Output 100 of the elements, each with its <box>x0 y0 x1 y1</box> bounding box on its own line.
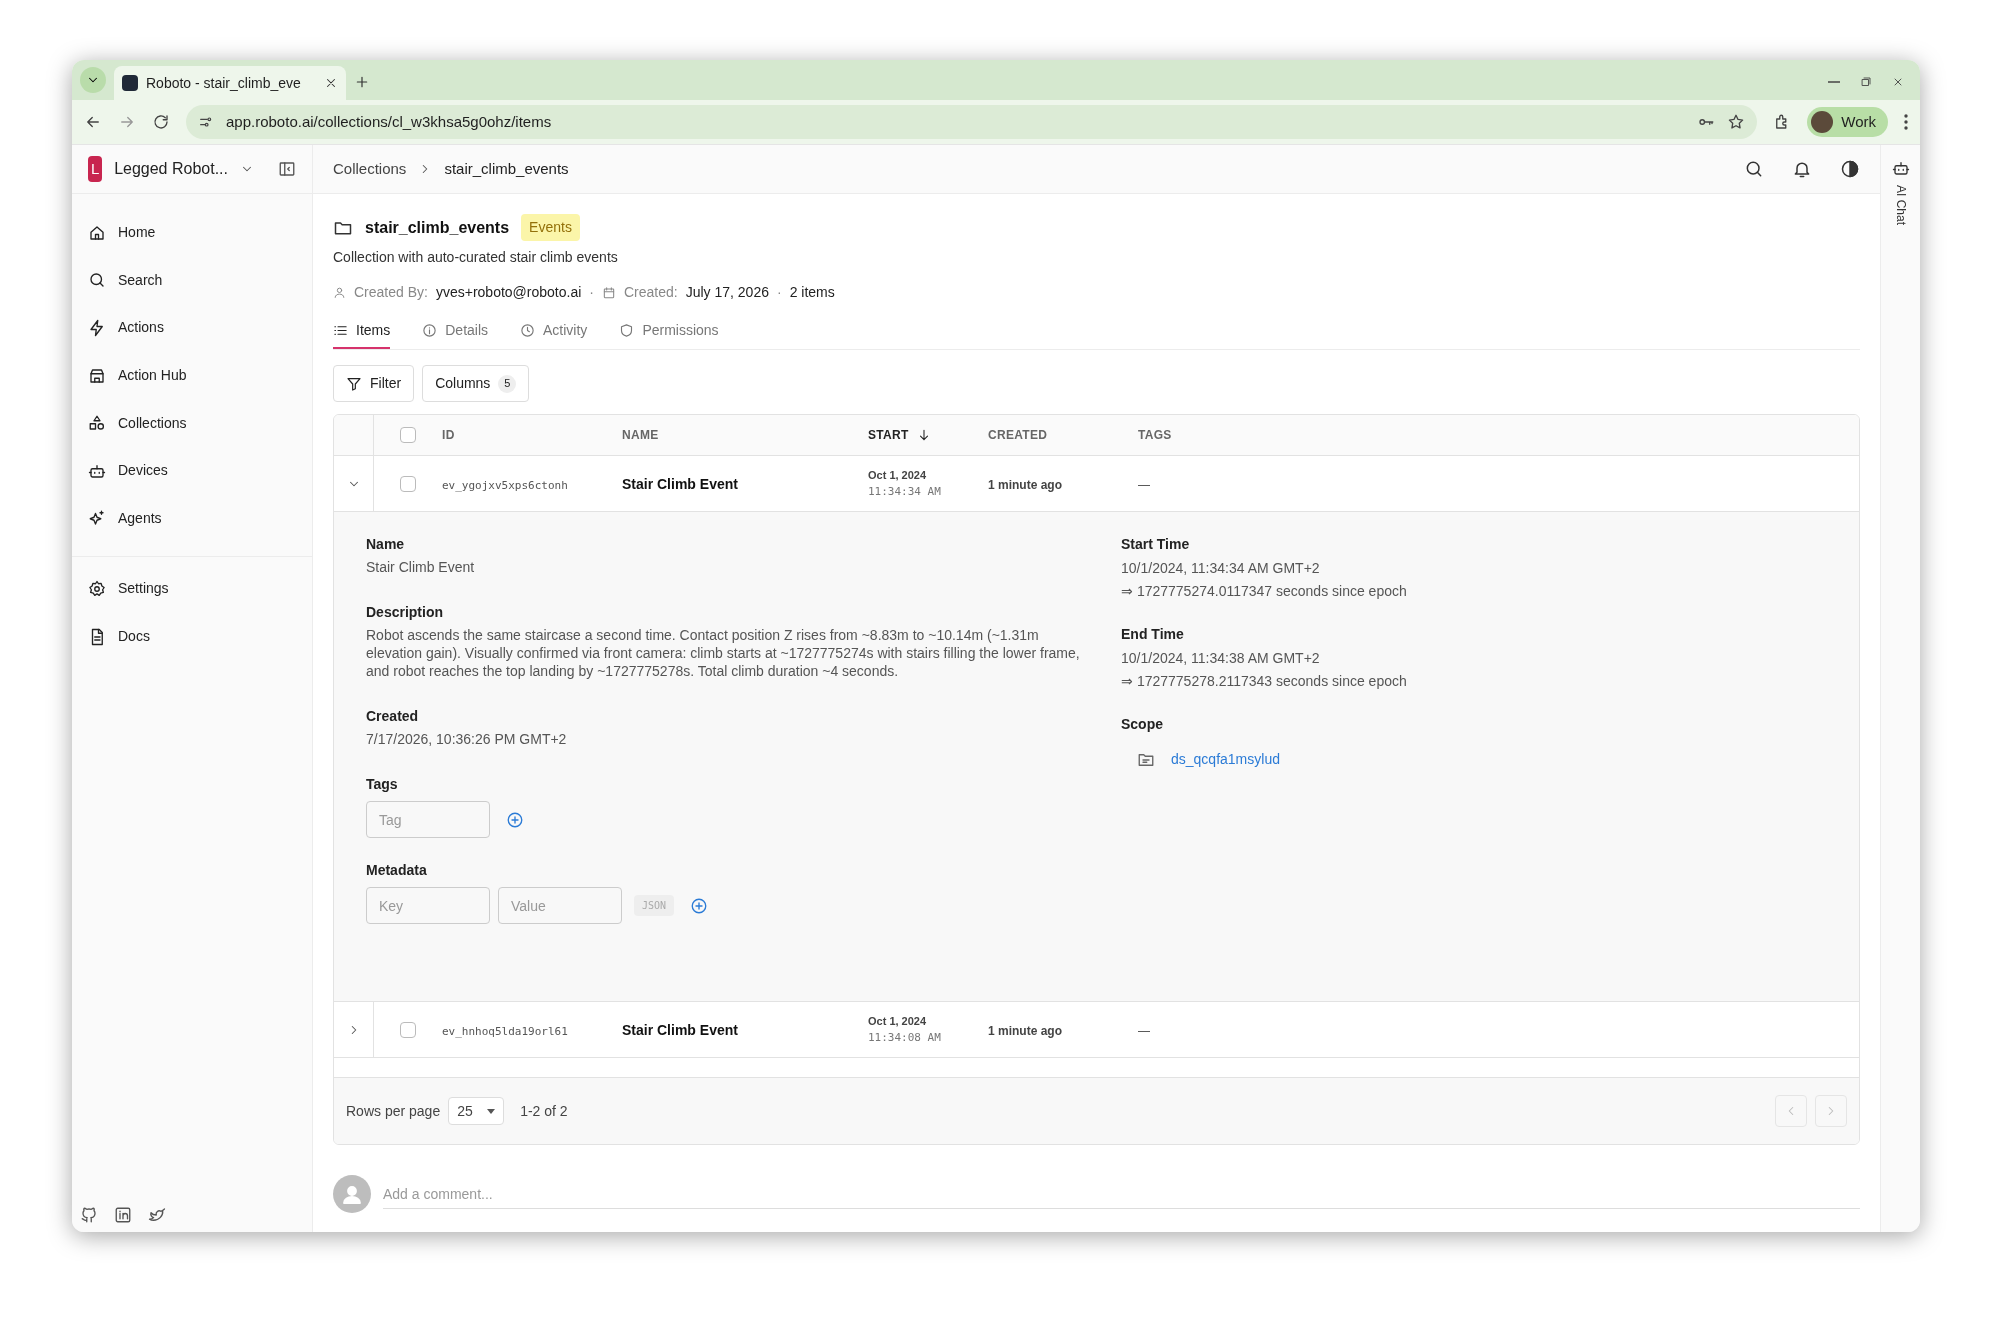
field-value: Stair Climb Event <box>366 558 476 576</box>
url-text: app.roboto.ai/collections/cl_w3khsa5g0ohz/items <box>226 111 553 132</box>
tab[interactable]: Items <box>333 313 391 349</box>
key-field[interactable]: Key <box>366 887 490 924</box>
site-favicon <box>122 75 138 91</box>
start-date: Oct 1, 2024 <box>868 468 928 483</box>
add-tag-icon <box>506 810 524 829</box>
browser-tab[interactable]: Roboto - stair_climb_eve <box>114 66 346 100</box>
table-row[interactable]: ev_hnhoq5lda19orl61 Stair Climb Event Oct 1, 2024 11:34:08 AM 1 minute ago — <box>334 1002 1859 1058</box>
breadcrumb-item[interactable]: Collections <box>333 157 407 181</box>
collapse-sidebar-icon <box>278 160 296 178</box>
start-time: 11:34:34 AM <box>868 483 942 500</box>
close-icon <box>1892 76 1904 88</box>
filter-button[interactable]: Filter <box>333 365 415 402</box>
breadcrumb-item: stair_climb_events <box>444 158 569 179</box>
epoch-value: ⇒ 1727775274.0117347 seconds since epoch <box>1121 582 1407 601</box>
value-field[interactable]: Value <box>498 887 622 924</box>
epoch-value: ⇒ 1727775278.2117343 seconds since epoch <box>1121 672 1407 691</box>
sidebar-item[interactable]: Devices <box>72 446 312 495</box>
sidebar-item[interactable]: Collections <box>72 399 312 447</box>
dropdown-caret-icon <box>487 1108 496 1114</box>
scope-link[interactable]: ds_qcqfa1msylud <box>1171 749 1280 770</box>
sidebar-item[interactable]: Search <box>72 256 312 305</box>
field-label: Description <box>366 603 444 622</box>
shield-icon <box>619 322 635 338</box>
tag-field[interactable]: Tag <box>366 801 490 838</box>
info-icon <box>422 322 438 338</box>
select-all-checkbox[interactable] <box>400 427 416 443</box>
created-label: Created: <box>623 283 678 302</box>
add-metadata-icon <box>690 896 709 915</box>
field-value: Robot ascends the same staircase a second time. Contact position Z rises from ~8.83m to ~10.14m (~1.31m elevation gain). Visually confirmed via front camera: climb starts at ~1727775274s with stairs filling the lower frame, and robot reaches the top landing by ~1727775278s. Total climb duration ~4 seconds. <box>366 626 1081 680</box>
sidebar-item[interactable]: Docs <box>72 612 312 661</box>
table-row[interactable]: ev_ygojxv5xps6ctonh Stair Climb Event Oct 1, 2024 11:34:34 AM 1 minute ago — <box>334 456 1859 512</box>
profile-avatar <box>1811 111 1834 133</box>
tab-title: Roboto - stair_climb_eve <box>146 73 302 93</box>
table-cell: Stair Climb Event <box>622 475 738 492</box>
separator-dot: · <box>589 283 594 302</box>
next-page-button[interactable] <box>1815 1095 1847 1127</box>
sidebar-item[interactable]: Home <box>72 209 312 257</box>
column-header[interactable]: CREATED <box>988 426 1048 444</box>
table-cell: 1 minute ago <box>988 1023 1062 1038</box>
field-label: Name <box>366 535 406 554</box>
table-cell: ev_ygojxv5xps6ctonh <box>442 478 568 492</box>
close-icon <box>324 76 338 90</box>
column-header[interactable]: START <box>868 426 909 444</box>
calendar-icon <box>601 285 616 300</box>
settings-icon <box>88 579 106 598</box>
profile-button[interactable]: Work <box>1807 107 1888 137</box>
creator-email: yves+roboto@roboto.ai <box>435 283 582 302</box>
row-checkbox[interactable] <box>400 475 416 492</box>
bookmark-star-icon <box>1727 113 1746 131</box>
start-time: 11:34:08 AM <box>868 1029 942 1046</box>
collection-type-badge: Events <box>521 214 580 241</box>
sidebar-item[interactable]: Settings <box>72 565 312 613</box>
item-count: 2 items <box>789 283 835 302</box>
columns-button[interactable]: Columns 5 <box>422 365 530 402</box>
column-header[interactable]: ID <box>442 426 455 444</box>
page-range: 1-2 of 2 <box>520 1101 568 1121</box>
table-cell: 1 minute ago <box>988 477 1062 492</box>
sidebar-item[interactable]: Actions <box>72 304 312 352</box>
org-name[interactable]: Legged Robot... <box>114 157 228 181</box>
field-value: 10/1/2024, 11:34:38 AM GMT+2 <box>1121 649 1321 668</box>
user-icon <box>333 286 346 299</box>
rows-per-page-label: Rows per page <box>346 1101 441 1121</box>
sparkle-icon <box>88 509 106 528</box>
created-date: July 17, 2026 <box>685 283 769 302</box>
org-avatar: L <box>88 156 103 182</box>
sidebar-item[interactable]: Action Hub <box>72 351 312 400</box>
created-by-label: Created By: <box>354 283 428 302</box>
ai-chat-tab[interactable]: AI Chat <box>1891 185 1910 226</box>
field-label: Created <box>366 707 420 726</box>
more-icon[interactable] <box>1904 114 1908 130</box>
tab[interactable]: Permissions <box>619 313 719 349</box>
collection-description: Collection with auto-curated stair climb events <box>333 248 619 267</box>
tab-list-button[interactable] <box>80 67 106 93</box>
address-bar[interactable]: app.roboto.ai/collections/cl_w3khsa5g0ohz/items <box>186 105 1758 139</box>
column-header[interactable]: TAGS <box>1138 426 1172 444</box>
table-cell: — <box>1138 1023 1150 1038</box>
row-checkbox[interactable] <box>400 1021 416 1038</box>
twitter-icon <box>148 1206 166 1224</box>
clock-icon <box>520 322 536 338</box>
start-date: Oct 1, 2024 <box>868 1014 928 1029</box>
field-value: 10/1/2024, 11:34:34 AM GMT+2 <box>1121 559 1321 578</box>
rows-per-page-select[interactable]: 25 <box>448 1097 505 1125</box>
field-label: Scope <box>1121 715 1164 734</box>
collection-title: stair_climb_events <box>365 217 510 238</box>
column-header[interactable]: NAME <box>622 426 659 444</box>
new-tab-icon <box>354 74 370 90</box>
field-label: Tags <box>366 775 399 794</box>
linkedin-icon <box>114 1206 132 1224</box>
previous-page-button[interactable] <box>1775 1095 1807 1127</box>
comment-field[interactable]: Add a comment... <box>383 1179 1860 1209</box>
search-icon <box>1744 159 1764 179</box>
sidebar-item[interactable]: Agents <box>72 494 312 543</box>
tab[interactable]: Activity <box>520 313 588 349</box>
table-cell: ev_hnhoq5lda19orl61 <box>442 1024 568 1038</box>
separator-dot: · <box>776 283 782 302</box>
tab[interactable]: Details <box>422 313 489 349</box>
field-label: End Time <box>1121 625 1185 644</box>
lightning-icon <box>88 319 106 337</box>
